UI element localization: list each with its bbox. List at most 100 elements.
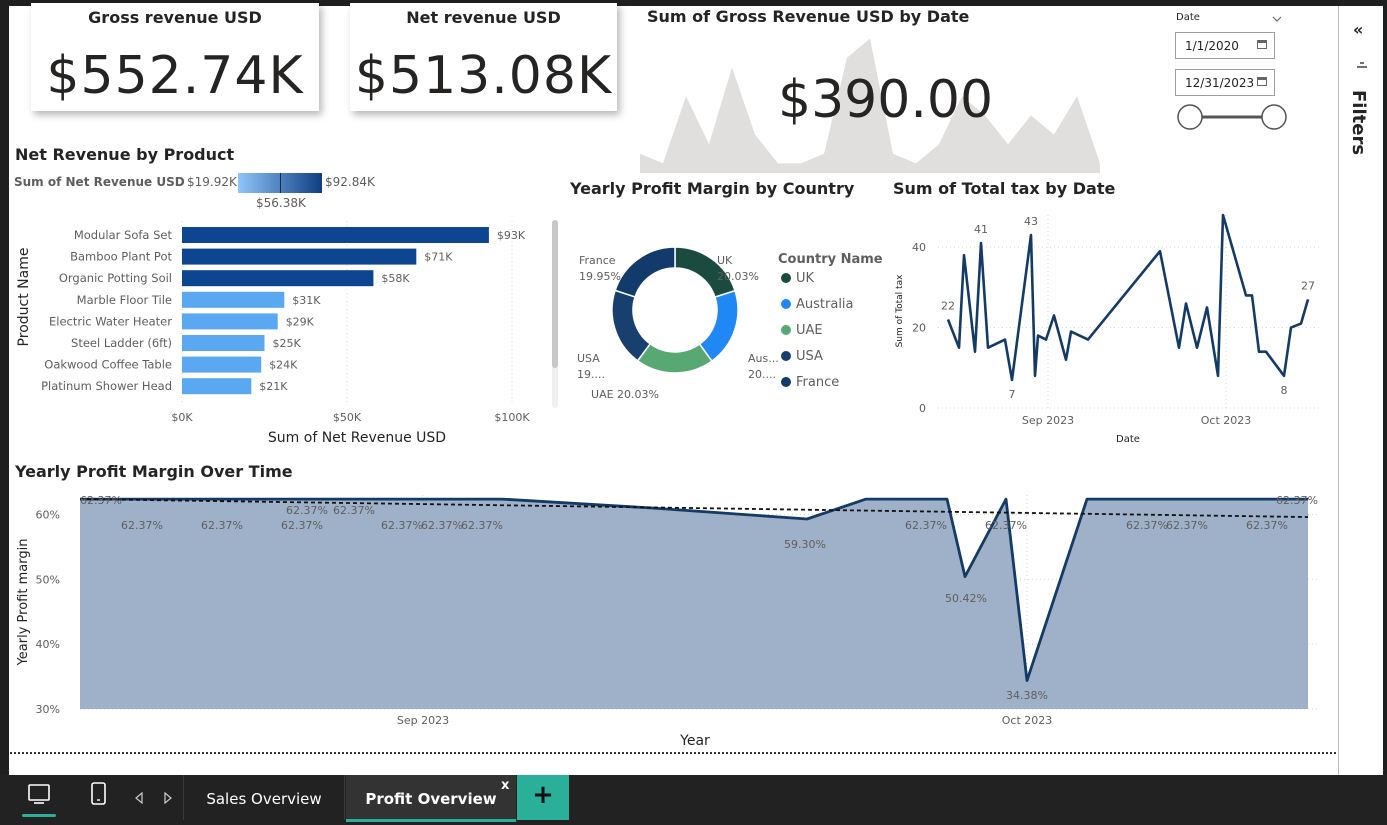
legend-title: Country Name: [778, 252, 883, 267]
slice-label-name: Aus...: [748, 352, 779, 365]
end-date-input[interactable]: 12/31/2023: [1175, 69, 1275, 96]
data-label: $29K: [286, 315, 315, 328]
x-axis-title: Date: [1116, 434, 1140, 445]
x-tick-label: Oct 2023: [1002, 714, 1053, 727]
category-label: Marble Floor Tile: [77, 293, 172, 307]
bar-legend-title: Sum of Net Revenue USD: [14, 175, 185, 189]
tab-profit-overview[interactable]: Profit Overview: [346, 775, 516, 822]
profit-margin-by-country-title: Yearly Profit Margin by Country: [570, 179, 855, 198]
phone-view-icon[interactable]: [89, 781, 109, 807]
y-axis-title: Sum of Total tax: [895, 274, 905, 348]
calendar-icon[interactable]: [1257, 40, 1267, 49]
legend-marker: [781, 325, 791, 335]
net-revenue-card[interactable]: Net revenue USD $513.08K: [350, 3, 617, 111]
data-label: $24K: [269, 359, 298, 372]
point-label: 22: [941, 300, 955, 313]
filters-pane-label[interactable]: Filters: [1348, 90, 1369, 155]
data-label: 62.37%: [80, 494, 122, 507]
profit-margin-area-chart[interactable]: 30%40%50%60%Sep 2023 Oct 202362.37%62.37%…: [12, 490, 1327, 752]
data-label: 62.37%: [201, 519, 243, 532]
data-label: $58K: [381, 272, 410, 285]
card-title: Net revenue USD: [406, 8, 561, 27]
legend-item: UAE: [796, 323, 823, 338]
total-tax-line-chart[interactable]: 0 20 40 Sep 2023 Oct 2023 22 41 7 43 48 8 27 Date Sum…: [888, 205, 1328, 450]
tab-sales-overview[interactable]: Sales Overview: [183, 775, 345, 820]
gross-by-date-value: $390.00: [778, 70, 994, 130]
data-label: $31K: [292, 294, 321, 307]
bar: [182, 270, 374, 287]
data-label: 59.30%: [784, 538, 826, 551]
net-revenue-by-product-title: Net Revenue by Product: [15, 145, 235, 164]
legend-marker: [781, 377, 791, 387]
category-label: Modular Sofa Set: [74, 228, 173, 242]
slider-end-handle[interactable]: [1261, 104, 1287, 130]
legend-item: France: [796, 375, 839, 390]
category-label: Bamboo Plant Pot: [70, 250, 172, 264]
y-axis-title: Product Name: [16, 248, 32, 347]
legend-item: Australia: [796, 297, 854, 312]
start-date-input[interactable]: 1/1/2020: [1175, 32, 1275, 59]
bar: [182, 335, 265, 351]
desktop-view-icon[interactable]: [22, 783, 56, 817]
donut-slice: [698, 289, 739, 363]
data-label: $71K: [424, 251, 453, 264]
x-axis-title: Sum of Net Revenue USD: [268, 430, 446, 446]
donut-slice: [614, 246, 676, 298]
donut-slice: [636, 342, 713, 374]
legend-marker: [781, 351, 791, 361]
close-tab-icon[interactable]: x: [501, 778, 509, 793]
end-date-value: 12/31/2023: [1185, 76, 1255, 90]
tab-label: Profit Overview: [365, 790, 497, 808]
bar-legend-gradient: [238, 173, 322, 193]
slice-label-pct: 20....: [748, 368, 776, 381]
legend-marker: [781, 299, 791, 309]
bar: [182, 248, 417, 265]
bar: [182, 378, 252, 395]
data-label: 62.37%: [121, 519, 163, 532]
x-tick-label: Sep 2023: [1022, 414, 1074, 427]
data-label: 34.38%: [1006, 689, 1048, 702]
y-tick-label: 30%: [36, 703, 60, 716]
profit-margin-donut-chart[interactable]: UK 20.03% Aus... 20.... UAE 20.03% USA 19.... F…: [565, 240, 890, 415]
scrollbar-track[interactable]: [552, 220, 558, 408]
start-date-value: 1/1/2020: [1185, 39, 1239, 53]
tax-series-line: [946, 213, 1310, 382]
prev-page-icon[interactable]: [133, 790, 145, 805]
card-value: $552.74K: [46, 46, 304, 106]
add-page-button[interactable]: +: [517, 775, 569, 820]
data-label: $93K: [497, 229, 526, 242]
y-tick-label: 0: [919, 402, 926, 415]
filter-icon[interactable]: [1356, 62, 1368, 72]
collapse-filters-icon[interactable]: «: [1353, 20, 1363, 39]
card-title: Gross revenue USD: [88, 8, 262, 27]
card-value: $513.08K: [354, 46, 613, 106]
next-page-icon[interactable]: [162, 790, 174, 805]
gross-revenue-card[interactable]: Gross revenue USD $552.74K: [31, 3, 319, 111]
net-revenue-bar-chart[interactable]: $0K $50K $100K Modular Sofa Set $93K Bamboo P…: [12, 215, 547, 450]
calendar-icon[interactable]: [1257, 77, 1267, 86]
point-label: 8: [1281, 384, 1288, 397]
chevron-down-icon[interactable]: [1272, 8, 1282, 22]
scrollbar-thumb[interactable]: [552, 220, 558, 368]
window-left-border: [0, 0, 9, 775]
date-range-slider[interactable]: [1175, 103, 1291, 133]
category-label: Platinum Shower Head: [41, 379, 172, 393]
gross-by-date-title: Sum of Gross Revenue USD by Date: [647, 7, 970, 26]
margin-area-fill: [80, 499, 1308, 709]
bar: [182, 313, 278, 330]
category-label: Electric Water Heater: [49, 314, 172, 328]
data-label: 62.37%: [1166, 519, 1208, 532]
data-label: $21K: [259, 380, 288, 393]
y-tick-label: 60%: [36, 508, 60, 521]
x-tick-label: $0K: [171, 411, 193, 424]
slider-start-handle[interactable]: [1177, 104, 1203, 130]
data-label: 62.37%: [286, 504, 328, 517]
legend-marker: [781, 273, 791, 283]
category-label: Steel Ladder (6ft): [71, 336, 172, 350]
x-axis-title: Year: [679, 733, 710, 749]
x-tick-label: Oct 2023: [1201, 414, 1252, 427]
data-label: 62.37%: [1126, 519, 1168, 532]
point-label: 7: [1009, 388, 1016, 401]
bar-legend-mid-marker: [280, 173, 281, 193]
slice-label-name: France: [579, 254, 616, 267]
